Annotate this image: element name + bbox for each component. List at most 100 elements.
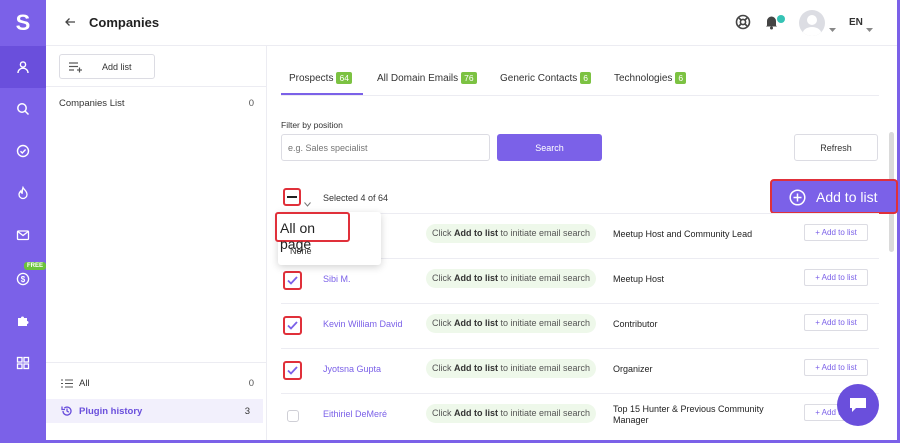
check-circle-icon[interactable] [0, 130, 46, 172]
add-list-label: Add list [102, 62, 132, 72]
hint-text: to initiate email search [498, 408, 591, 418]
hint-text: Click [432, 273, 454, 283]
lists-sidebar: Add list Companies List 0 All 0 Plugin h… [46, 46, 267, 440]
hint-text: Click [432, 408, 454, 418]
tab-label: Prospects [289, 73, 334, 84]
back-arrow-icon[interactable] [64, 15, 76, 33]
chevron-down-icon[interactable] [829, 20, 836, 38]
app-logo[interactable]: S [0, 0, 46, 46]
row-checkbox[interactable] [283, 271, 302, 290]
hint-text: Click [432, 228, 454, 238]
tab-count-badge: 64 [336, 72, 352, 84]
hint-text: to initiate email search [498, 228, 591, 238]
tab-all-domain-emails[interactable]: All Domain Emails 76 [377, 72, 477, 84]
prospect-role: Top 15 Hunter & Previous Community Manag… [613, 404, 764, 425]
notification-dot [777, 15, 785, 23]
add-to-list-button[interactable]: Add to list [770, 179, 898, 214]
page-title: Companies [89, 15, 160, 30]
hint-text: Click [432, 318, 454, 328]
prospect-name[interactable]: Kevin William David [323, 319, 403, 329]
prospect-role: Organizer [613, 364, 653, 374]
tab-count-badge: 6 [580, 72, 591, 84]
select-all-checkbox[interactable] [283, 188, 301, 206]
hint-bold: Add to list [454, 408, 498, 418]
dollar-icon[interactable]: $ [0, 258, 46, 300]
row-add-to-list-button[interactable]: + Add to list [804, 269, 868, 286]
tab-generic-contacts[interactable]: Generic Contacts 6 [500, 72, 591, 84]
menu-item-none[interactable]: None [290, 246, 312, 256]
list-icon [61, 379, 73, 388]
hint-text: to initiate email search [498, 318, 591, 328]
divider [46, 86, 267, 87]
plus-circle-icon [789, 189, 806, 206]
add-list-button[interactable]: Add list [59, 54, 155, 79]
mail-icon[interactable] [0, 214, 46, 256]
prospect-name[interactable]: Sibi M. [323, 274, 351, 284]
selection-count: Selected 4 of 64 [323, 193, 389, 203]
row-checkbox[interactable] [283, 361, 302, 380]
sidebar-item-count: 0 [248, 378, 254, 389]
hint-text: to initiate email search [498, 273, 591, 283]
playlist-add-icon [69, 62, 82, 73]
top-bar: Companies EN [46, 0, 897, 46]
checkmark-icon [287, 321, 298, 330]
hint-bold: Add to list [454, 228, 498, 238]
sidebar-item-plugin-history[interactable]: Plugin history 3 [46, 399, 263, 423]
tab-count-badge: 76 [461, 72, 477, 84]
support-icon[interactable] [735, 14, 751, 35]
checkmark-icon [287, 276, 298, 285]
table-row: Jyotsna Gupta Click Add to list to initi… [281, 348, 879, 393]
hint-text: to initiate email search [498, 363, 591, 373]
chevron-down-icon[interactable] [304, 194, 311, 212]
tab-label: All Domain Emails [377, 73, 459, 84]
hint-bold: Add to list [454, 318, 498, 328]
row-checkbox[interactable] [287, 410, 299, 422]
add-to-list-label: Add to list [816, 189, 878, 205]
nav-rail: S FREE $ [0, 0, 47, 443]
prospect-role: Contributor [613, 319, 658, 329]
table-row: Eithiriel DeMeré Click Add to list to in… [281, 393, 879, 438]
tab-prospects[interactable]: Prospects 64 [289, 72, 352, 84]
svg-text:$: $ [21, 275, 26, 284]
email-hint: Click Add to list to initiate email sear… [426, 404, 597, 423]
prospect-name[interactable]: Eithiriel DeMeré [323, 409, 387, 419]
chat-bubble-icon [850, 398, 866, 412]
tab-count-badge: 6 [675, 72, 687, 84]
avatar[interactable] [799, 10, 825, 36]
row-checkbox[interactable] [283, 316, 302, 335]
filter-label: Filter by position [281, 120, 343, 130]
history-icon [61, 406, 72, 416]
email-hint: Click Add to list to initiate email sear… [426, 269, 597, 288]
refresh-button[interactable]: Refresh [794, 134, 878, 161]
sidebar-item-count: 3 [244, 406, 250, 417]
tab-technologies[interactable]: Technologies 6 [614, 72, 687, 84]
position-filter-input[interactable] [281, 134, 490, 161]
chevron-down-icon[interactable] [866, 20, 873, 38]
hint-bold: Add to list [454, 273, 498, 283]
email-hint: Click Add to list to initiate email sear… [426, 224, 597, 243]
menu-item-all-on-page[interactable]: All on page [275, 212, 350, 252]
fire-icon[interactable] [0, 172, 46, 214]
sidebar-item-count: 0 [248, 98, 254, 109]
search-icon[interactable] [0, 88, 46, 130]
hint-bold: Add to list [454, 363, 498, 373]
contacts-icon[interactable] [0, 46, 46, 88]
select-menu: All on page None [275, 212, 381, 265]
row-add-to-list-button[interactable]: + Add to list [804, 224, 868, 241]
tab-label: Technologies [614, 73, 673, 84]
language-selector[interactable]: EN [849, 17, 863, 28]
chat-button[interactable] [837, 384, 879, 426]
apps-grid-icon[interactable] [0, 342, 46, 384]
tab-label: Generic Contacts [500, 73, 578, 84]
sidebar-item-label: All [79, 378, 90, 389]
sidebar-item-companies-list[interactable]: Companies List 0 [59, 98, 254, 109]
sidebar-item-label: Plugin history [79, 406, 143, 417]
hint-text: Click [432, 363, 454, 373]
prospect-role: Meetup Host and Community Lead [613, 229, 753, 239]
row-add-to-list-button[interactable]: + Add to list [804, 314, 868, 331]
sidebar-item-label: Companies List [59, 98, 125, 109]
row-add-to-list-button[interactable]: + Add to list [804, 359, 868, 376]
search-button[interactable]: Search [497, 134, 602, 161]
puzzle-icon[interactable] [0, 300, 46, 342]
prospect-name[interactable]: Jyotsna Gupta [323, 364, 381, 374]
